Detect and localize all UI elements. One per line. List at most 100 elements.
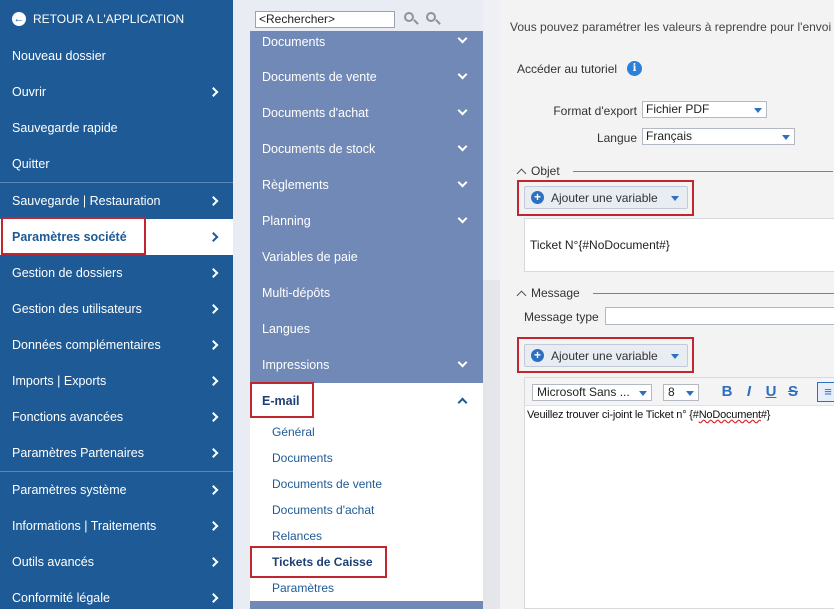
add-variable-label: Ajouter une variable bbox=[551, 190, 658, 205]
info-icon[interactable]: i bbox=[627, 61, 643, 76]
chevron-right-icon bbox=[208, 340, 219, 350]
email-sub-sales-documents[interactable]: Documents de vente bbox=[250, 471, 483, 497]
font-size-value: 8 bbox=[668, 385, 675, 399]
chevron-right-icon bbox=[208, 448, 219, 458]
collapse-icon bbox=[516, 290, 527, 300]
menu-item-label: Outils avancés bbox=[12, 555, 94, 569]
menu-item-user-management[interactable]: Gestion des utilisateurs bbox=[0, 291, 233, 327]
menu-item-backup-restore[interactable]: Sauvegarde | Restauration bbox=[0, 183, 233, 219]
category-label: Documents de vente bbox=[262, 70, 377, 84]
menu-item-label: Conformité légale bbox=[12, 591, 110, 605]
category-planning[interactable]: Planning bbox=[250, 203, 483, 239]
add-variable-button-objet[interactable]: + Ajouter une variable bbox=[524, 186, 688, 209]
underline-icon[interactable]: U bbox=[762, 382, 780, 402]
menu-item-system-settings[interactable]: Paramètres système bbox=[0, 472, 233, 508]
menu-item-advanced-functions[interactable]: Fonctions avancées bbox=[0, 399, 233, 435]
section-divider bbox=[573, 171, 833, 172]
email-sub-documents[interactable]: Documents bbox=[250, 445, 483, 471]
category-documents[interactable]: Documents bbox=[250, 31, 483, 59]
font-family-select[interactable]: Microsoft Sans ... bbox=[532, 384, 652, 401]
font-size-select[interactable]: 8 bbox=[663, 384, 699, 401]
menu-item-additional-data[interactable]: Données complémentaires bbox=[0, 327, 233, 363]
language-value: Français bbox=[646, 129, 693, 143]
menu-item-folder-management[interactable]: Gestion de dossiers bbox=[0, 255, 233, 291]
category-payroll-variables[interactable]: Variables de paie bbox=[250, 239, 483, 275]
search-previous-icon[interactable] bbox=[403, 11, 419, 27]
menu-item-imports-exports[interactable]: Imports | Exports bbox=[0, 363, 233, 399]
dropdown-arrow-icon bbox=[754, 108, 762, 113]
menu-item-quit[interactable]: Quitter bbox=[0, 146, 233, 182]
add-variable-button-message[interactable]: + Ajouter une variable bbox=[524, 344, 688, 367]
back-label: RETOUR A L'APPLICATION bbox=[33, 12, 185, 26]
chevron-down-icon bbox=[457, 105, 468, 116]
email-sub-general[interactable]: Général bbox=[250, 419, 483, 445]
category-label: Documents bbox=[262, 35, 326, 49]
menu-item-label: Gestion de dossiers bbox=[12, 266, 123, 280]
message-text-suffix: #} bbox=[760, 409, 771, 421]
chevron-up-icon bbox=[457, 397, 468, 408]
search-input[interactable]: <Rechercher> bbox=[255, 10, 395, 28]
category-email[interactable]: E-mail bbox=[250, 383, 483, 419]
email-sub-purchase-documents[interactable]: Documents d'achat bbox=[250, 497, 483, 523]
email-receipts-settings: Vous pouvez paramétrer les valeurs à rep… bbox=[500, 0, 834, 609]
chevron-down-icon bbox=[457, 357, 468, 368]
strikethrough-icon[interactable]: S bbox=[784, 382, 802, 402]
app-menu: ← RETOUR A L'APPLICATION Nouveau dossier… bbox=[0, 0, 233, 609]
bold-icon[interactable]: B bbox=[718, 382, 736, 402]
category-languages[interactable]: Langues bbox=[250, 311, 483, 347]
tutorial-label: Accéder au tutoriel bbox=[517, 61, 618, 76]
menu-item-advanced-tools[interactable]: Outils avancés bbox=[0, 544, 233, 580]
menu-item-info-processing[interactable]: Informations | Traitements bbox=[0, 508, 233, 544]
category-label: Impressions bbox=[262, 358, 330, 372]
menu-item-partner-settings[interactable]: Paramètres Partenaires bbox=[0, 435, 233, 471]
category-label: E-mail bbox=[262, 394, 300, 408]
category-multi-warehouse[interactable]: Multi-dépôts bbox=[250, 275, 483, 311]
message-type-input[interactable] bbox=[605, 307, 834, 325]
menu-item-label: Imports | Exports bbox=[12, 374, 107, 388]
email-sub-receipts[interactable]: Tickets de Caisse bbox=[250, 549, 483, 575]
category-sales-documents[interactable]: Documents de vente bbox=[250, 59, 483, 95]
email-category: E-mail Général Documents Documents de ve… bbox=[250, 383, 483, 601]
language-select[interactable]: Français bbox=[642, 128, 795, 145]
chevron-down-icon bbox=[457, 141, 468, 152]
chevron-down-icon bbox=[457, 213, 468, 224]
menu-item-legal-compliance[interactable]: Conformité légale bbox=[0, 580, 233, 609]
message-text-prefix: Veuillez trouver ci-joint le Ticket n° {… bbox=[527, 409, 699, 421]
email-sub-parameters[interactable]: Paramètres bbox=[250, 575, 483, 601]
plus-icon: + bbox=[531, 349, 544, 362]
section-title: Message bbox=[531, 286, 580, 300]
email-sub-reminders[interactable]: Relances bbox=[250, 523, 483, 549]
message-section-header[interactable]: Message bbox=[516, 286, 834, 300]
italic-icon[interactable]: I bbox=[740, 382, 758, 402]
language-label: Langue bbox=[596, 131, 637, 145]
message-text: Veuillez trouver ci-joint le Ticket n° {… bbox=[527, 409, 771, 421]
dropdown-arrow-icon bbox=[671, 196, 679, 201]
chevron-right-icon bbox=[208, 196, 219, 206]
back-to-app-button[interactable]: ← RETOUR A L'APPLICATION bbox=[0, 0, 233, 38]
add-variable-label: Ajouter une variable bbox=[551, 348, 658, 363]
menu-item-label: Gestion des utilisateurs bbox=[12, 302, 142, 316]
category-label: Langues bbox=[262, 322, 310, 336]
menu-item-label: Paramètres système bbox=[12, 483, 127, 497]
objet-input[interactable]: Ticket N°{#NoDocument#} bbox=[524, 218, 834, 272]
chevron-right-icon bbox=[208, 412, 219, 422]
search-next-icon[interactable] bbox=[425, 11, 441, 27]
align-left-icon[interactable]: ≡ bbox=[817, 382, 834, 402]
message-editor[interactable]: Microsoft Sans ... 8 B I U S ≡ Veuillez … bbox=[524, 377, 834, 609]
category-payments[interactable]: Règlements bbox=[250, 167, 483, 203]
editor-toolbar: Microsoft Sans ... 8 B I U S ≡ bbox=[525, 378, 834, 406]
tutorial-link[interactable]: Accéder au tutoriel i bbox=[517, 61, 643, 76]
export-format-select[interactable]: Fichier PDF bbox=[642, 101, 767, 118]
scrollbar[interactable] bbox=[483, 0, 500, 609]
menu-item-new-folder[interactable]: Nouveau dossier bbox=[0, 38, 233, 74]
category-printing[interactable]: Impressions bbox=[250, 347, 483, 383]
chevron-right-icon bbox=[208, 304, 219, 314]
category-stock-documents[interactable]: Documents de stock bbox=[250, 131, 483, 167]
menu-item-company-settings[interactable]: Paramètres société bbox=[0, 219, 233, 255]
chevron-right-icon bbox=[208, 268, 219, 278]
scrollbar-thumb[interactable] bbox=[483, 0, 500, 280]
menu-item-open[interactable]: Ouvrir bbox=[0, 74, 233, 110]
objet-section-header[interactable]: Objet bbox=[516, 164, 833, 178]
menu-item-quick-save[interactable]: Sauvegarde rapide bbox=[0, 110, 233, 146]
category-purchase-documents[interactable]: Documents d'achat bbox=[250, 95, 483, 131]
